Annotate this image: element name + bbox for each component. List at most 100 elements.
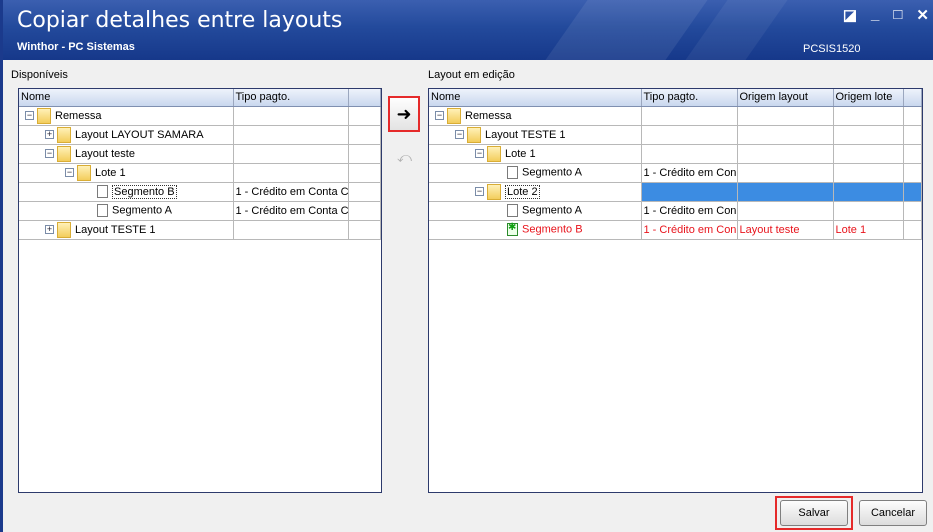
table-row[interactable]: − Layout TESTE 1 xyxy=(429,125,922,145)
tree-node-name-cell[interactable]: + Layout TESTE 1 xyxy=(19,220,234,240)
collapse-icon[interactable]: − xyxy=(25,111,34,120)
origem-layout-cell[interactable] xyxy=(737,144,834,164)
tipo-pagto-cell[interactable]: 1 - Crédito em Conta C xyxy=(233,201,349,221)
editing-tree-grid[interactable]: Nome Tipo pagto. Origem layout Origem lo… xyxy=(428,88,923,493)
origem-layout-cell[interactable] xyxy=(737,163,834,183)
origem-layout-cell[interactable] xyxy=(737,106,834,126)
column-header-origem-lote[interactable]: Origem lote xyxy=(833,89,904,107)
origem-lote-cell[interactable] xyxy=(833,163,904,183)
origem-lote-cell[interactable]: Lote 1 xyxy=(833,220,904,240)
tree-node-name-cell[interactable]: − Layout teste xyxy=(19,144,234,164)
table-row[interactable]: Segmento A 1 - Crédito em Conta C xyxy=(19,201,381,221)
tipo-pagto-cell[interactable]: 1 - Crédito em Con xyxy=(641,220,738,240)
tree-node-name-cell[interactable]: Segmento A xyxy=(429,201,642,221)
tree-node-name-cell[interactable]: − Layout TESTE 1 xyxy=(429,125,642,145)
title-bar[interactable]: Copiar detalhes entre layouts Winthor - … xyxy=(3,0,933,60)
tipo-pagto-cell[interactable]: 1 - Crédito em Con xyxy=(641,201,738,221)
origem-layout-cell[interactable] xyxy=(737,201,834,221)
table-row[interactable]: − Remessa xyxy=(19,106,381,126)
collapse-icon[interactable]: − xyxy=(435,111,444,120)
title-bar-decoration xyxy=(531,0,715,60)
expand-icon[interactable]: + xyxy=(45,225,54,234)
tipo-pagto-cell[interactable] xyxy=(233,106,349,126)
column-header-tipo[interactable]: Tipo pagto. xyxy=(233,89,349,107)
collapse-icon[interactable]: − xyxy=(475,149,484,158)
tree-node-name-cell[interactable]: − Remessa xyxy=(19,106,234,126)
origem-lote-cell[interactable] xyxy=(833,182,904,202)
table-row[interactable]: − Remessa xyxy=(429,106,922,126)
tipo-pagto-cell[interactable] xyxy=(233,163,349,183)
tipo-pagto-cell[interactable] xyxy=(641,125,738,145)
folder-icon xyxy=(37,107,51,124)
origem-layout-cell[interactable] xyxy=(737,182,834,202)
table-row[interactable]: Segmento A 1 - Crédito em Con xyxy=(429,163,922,183)
tree-node-name-cell[interactable]: − Remessa xyxy=(429,106,642,126)
table-row[interactable]: + Layout TESTE 1 xyxy=(19,220,381,240)
origem-lote-cell[interactable] xyxy=(833,125,904,145)
tree-node-name-cell[interactable]: Segmento A xyxy=(429,163,642,183)
column-header-origem-layout[interactable]: Origem layout xyxy=(737,89,834,107)
close-icon[interactable]: ✕ xyxy=(916,6,929,24)
blank-cell[interactable] xyxy=(348,220,381,240)
tipo-pagto-cell[interactable]: 1 - Crédito em Conta C xyxy=(233,182,349,202)
minimize-icon[interactable]: _ xyxy=(871,6,879,24)
available-table: Nome Tipo pagto. − Remessa + Layout LAYOUT … xyxy=(19,89,381,240)
tipo-pagto-cell[interactable] xyxy=(641,182,738,202)
table-row[interactable]: Segmento A 1 - Crédito em Con xyxy=(429,201,922,221)
restore-icon[interactable]: ◪ xyxy=(843,6,857,24)
collapse-icon[interactable]: − xyxy=(45,149,54,158)
blank-cell[interactable] xyxy=(903,220,922,240)
table-row[interactable]: − Lote 2 xyxy=(429,182,922,202)
blank-cell[interactable] xyxy=(348,182,381,202)
tree-node-name-cell[interactable]: − Lote 1 xyxy=(429,144,642,164)
blank-cell[interactable] xyxy=(903,182,922,202)
table-row[interactable]: Segmento B 1 - Crédito em Conta C xyxy=(19,182,381,202)
tree-node-name-cell[interactable]: − Lote 2 xyxy=(429,182,642,202)
origem-lote-cell[interactable] xyxy=(833,144,904,164)
blank-cell[interactable] xyxy=(348,163,381,183)
blank-cell[interactable] xyxy=(348,106,381,126)
origem-lote-cell[interactable] xyxy=(833,201,904,221)
tree-node-name-cell[interactable]: Segmento A xyxy=(19,201,234,221)
tipo-pagto-cell[interactable] xyxy=(233,144,349,164)
collapse-icon[interactable]: − xyxy=(65,168,74,177)
tipo-pagto-cell[interactable] xyxy=(233,220,349,240)
copy-to-layout-button[interactable]: ➜ xyxy=(388,96,420,132)
origem-lote-cell[interactable] xyxy=(833,106,904,126)
tree-node-name-cell[interactable]: − Lote 1 xyxy=(19,163,234,183)
expand-icon[interactable]: + xyxy=(45,130,54,139)
tipo-pagto-cell[interactable] xyxy=(233,125,349,145)
blank-cell[interactable] xyxy=(903,163,922,183)
table-row[interactable]: − Lote 1 xyxy=(429,144,922,164)
tipo-pagto-cell[interactable] xyxy=(641,144,738,164)
tree-node-name-cell[interactable]: + Layout LAYOUT SAMARA xyxy=(19,125,234,145)
column-header-nome[interactable]: Nome xyxy=(429,89,642,107)
blank-cell[interactable] xyxy=(348,201,381,221)
table-row[interactable]: − Layout teste xyxy=(19,144,381,164)
folder-icon xyxy=(77,164,91,181)
blank-cell[interactable] xyxy=(348,144,381,164)
cancel-button[interactable]: Cancelar xyxy=(859,500,927,526)
tree-node-name-cell[interactable]: Segmento B xyxy=(429,220,642,240)
table-row[interactable]: Segmento B 1 - Crédito em ConLayout teste… xyxy=(429,220,922,240)
blank-cell[interactable] xyxy=(903,144,922,164)
table-row[interactable]: − Lote 1 xyxy=(19,163,381,183)
collapse-icon[interactable]: − xyxy=(475,187,484,196)
column-header-nome[interactable]: Nome xyxy=(19,89,234,107)
save-button[interactable]: Salvar xyxy=(780,500,848,526)
tree-node-name-cell[interactable]: Segmento B xyxy=(19,182,234,202)
tipo-pagto-cell[interactable]: 1 - Crédito em Con xyxy=(641,163,738,183)
collapse-icon[interactable]: − xyxy=(455,130,464,139)
origem-layout-cell[interactable]: Layout teste xyxy=(737,220,834,240)
maximize-icon[interactable]: □ xyxy=(893,6,902,24)
tipo-pagto-cell[interactable] xyxy=(641,106,738,126)
table-row[interactable]: + Layout LAYOUT SAMARA xyxy=(19,125,381,145)
blank-cell[interactable] xyxy=(903,201,922,221)
blank-cell[interactable] xyxy=(903,106,922,126)
blank-cell[interactable] xyxy=(903,125,922,145)
column-header-tipo[interactable]: Tipo pagto. xyxy=(641,89,738,107)
origem-layout-cell[interactable] xyxy=(737,125,834,145)
undo-icon[interactable]: ⤺ xyxy=(397,149,412,166)
available-tree-grid[interactable]: Nome Tipo pagto. − Remessa + Layout LAYOUT … xyxy=(18,88,382,493)
blank-cell[interactable] xyxy=(348,125,381,145)
